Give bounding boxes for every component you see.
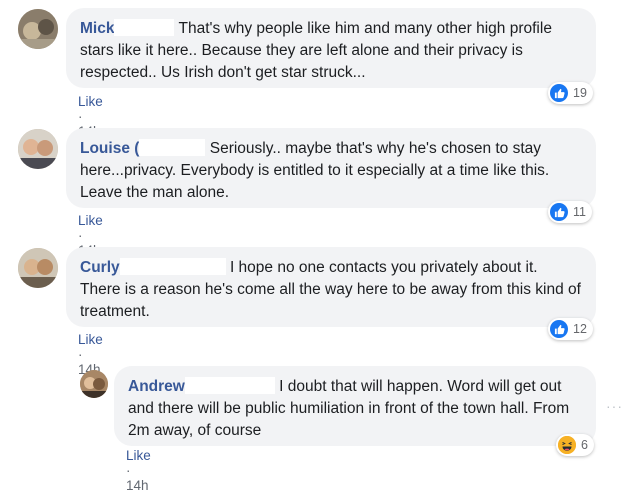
redacted-name	[114, 19, 175, 36]
like-button[interactable]: Like	[126, 448, 151, 463]
reaction-number: 11	[573, 205, 586, 219]
reaction-number: 6	[581, 438, 588, 452]
comment-bubble: Andrew I doubt that will happen. Word wi…	[114, 366, 596, 446]
like-button[interactable]: Like	[78, 332, 103, 347]
comment-actions: Like · 14h	[126, 448, 151, 493]
haha-reaction-icon	[558, 436, 576, 454]
like-reaction-icon	[550, 320, 568, 338]
avatar[interactable]	[18, 129, 58, 169]
comment-bubble: Mick That's why people like him and many…	[66, 8, 596, 88]
reaction-number: 12	[573, 322, 587, 336]
reaction-count[interactable]: 12	[548, 318, 593, 340]
like-reaction-icon	[550, 84, 568, 102]
comment-author[interactable]: Louise (	[80, 140, 139, 157]
separator: ·	[78, 109, 83, 124]
comment-bubble: Curly I hope no one contacts you private…	[66, 247, 596, 327]
redacted-name	[139, 139, 206, 156]
avatar[interactable]	[18, 9, 58, 49]
redacted-name	[184, 377, 275, 394]
more-options-icon[interactable]: ···	[606, 398, 623, 414]
comment-bubble: Louise ( Seriously.. maybe that's why he…	[66, 128, 596, 208]
comment-author[interactable]: Andrew	[128, 378, 185, 395]
like-reaction-icon	[550, 203, 568, 221]
comment-author[interactable]: Mick	[80, 20, 114, 37]
separator: ·	[126, 463, 131, 478]
avatar[interactable]	[18, 248, 58, 288]
reaction-count[interactable]: 11	[548, 201, 592, 223]
reaction-count[interactable]: 6	[556, 434, 594, 456]
timestamp[interactable]: 14h	[126, 478, 149, 493]
reaction-number: 19	[573, 86, 587, 100]
separator: ·	[78, 228, 83, 243]
avatar[interactable]	[80, 370, 108, 398]
redacted-name	[119, 258, 226, 275]
reaction-count[interactable]: 19	[548, 82, 593, 104]
comment-author[interactable]: Curly	[80, 259, 120, 276]
like-button[interactable]: Like	[78, 94, 103, 109]
separator: ·	[78, 347, 83, 362]
like-button[interactable]: Like	[78, 213, 103, 228]
